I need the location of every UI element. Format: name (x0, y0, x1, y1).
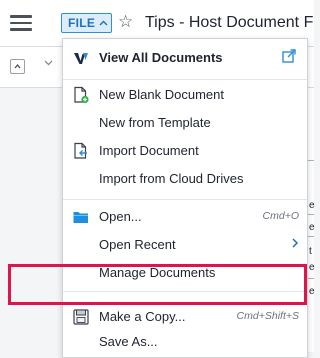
page-text-fragment: e (309, 222, 315, 233)
copy-document-icon (72, 308, 90, 326)
page-text-fragment: e (309, 262, 315, 273)
page-text-fragment: t (309, 246, 312, 257)
document-page-edge (308, 88, 314, 352)
document-title[interactable]: Tips - Host Document For (145, 13, 314, 33)
left-rail (0, 88, 62, 352)
chevron-down-icon[interactable] (44, 58, 53, 69)
folder-icon (72, 208, 90, 226)
menu-item-label: Open... (99, 209, 142, 224)
file-dropdown-menu: View All Documents New Blank Document Ne… (62, 38, 308, 358)
file-menu-label: FILE (68, 16, 96, 30)
page-text-fragment: e (309, 286, 315, 297)
menu-item-import-document[interactable]: Import Document (63, 137, 307, 165)
menu-item-view-all-documents[interactable]: View All Documents (63, 44, 307, 72)
page-rule (308, 236, 314, 237)
menu-item-label: New Blank Document (99, 87, 224, 102)
chevron-right-icon (291, 236, 299, 252)
page-rule (308, 214, 314, 215)
collapse-toolbar-button[interactable] (10, 59, 25, 74)
shortcut-hint: Cmd+Shift+S (236, 310, 299, 322)
menu-item-label: New from Template (99, 115, 211, 130)
menu-item-import-from-cloud-drives[interactable]: Import from Cloud Drives (63, 165, 307, 193)
menu-item-new-blank-document[interactable]: New Blank Document (63, 81, 307, 109)
menu-item-label: View All Documents (99, 50, 223, 65)
shortcut-hint: Cmd+O (262, 210, 299, 222)
menu-separator (63, 79, 307, 80)
page-rule (308, 160, 314, 161)
wordpad-logo-icon (72, 49, 90, 67)
menu-item-open[interactable]: Open... Cmd+O (63, 203, 307, 231)
highlight-box (8, 264, 307, 305)
import-document-icon (72, 142, 90, 160)
menu-item-label: Import from Cloud Drives (99, 171, 244, 186)
chevron-up-icon (99, 18, 108, 29)
file-menu-button[interactable]: FILE (61, 13, 112, 33)
menu-item-label: Open Recent (99, 237, 176, 252)
menu-item-label: Import Document (99, 143, 199, 158)
menu-item-label: Save As... (99, 334, 158, 349)
star-icon[interactable]: ☆ (118, 12, 133, 32)
hamburger-icon[interactable] (10, 15, 32, 31)
menu-item-new-from-template[interactable]: New from Template (63, 109, 307, 137)
page-text-fragment: e (309, 200, 315, 211)
open-external-icon[interactable] (281, 48, 299, 66)
page-rule (308, 278, 314, 279)
menu-item-open-recent[interactable]: Open Recent (63, 231, 307, 259)
new-document-icon (72, 86, 90, 104)
menu-item-label: Make a Copy... (99, 309, 186, 324)
menu-separator (63, 199, 307, 200)
